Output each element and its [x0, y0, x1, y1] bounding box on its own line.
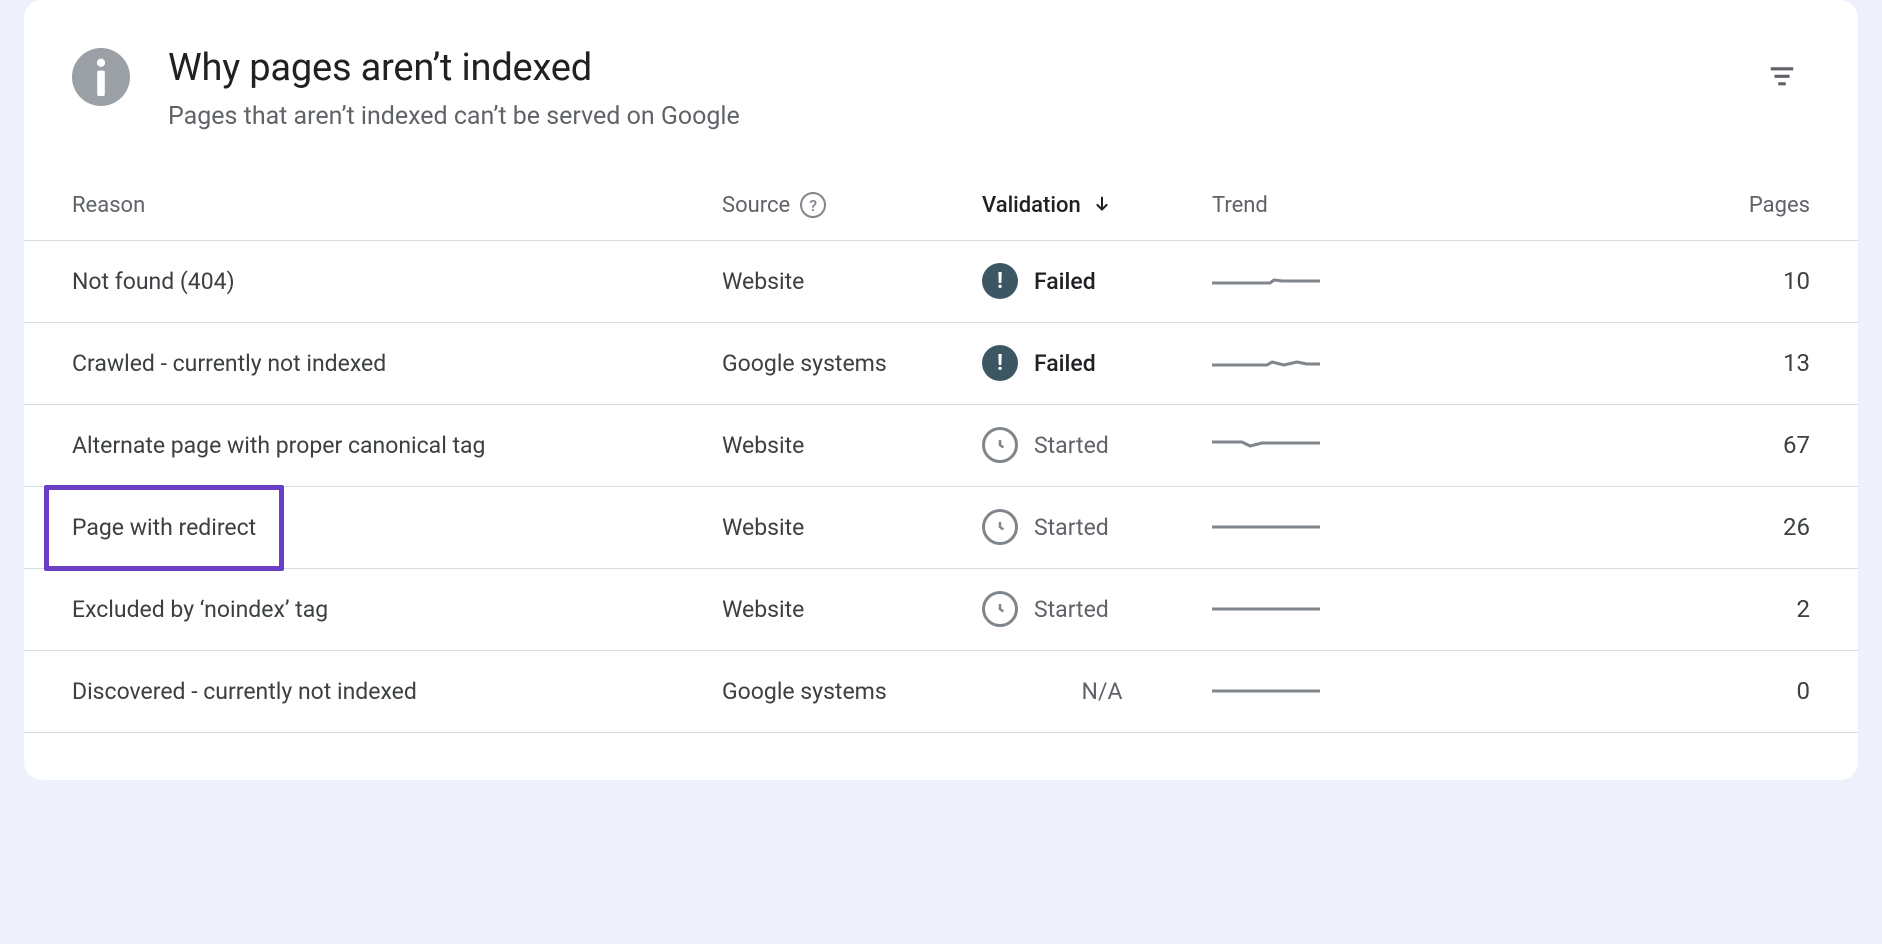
clock-icon — [982, 427, 1018, 463]
reason-cell: Alternate page with proper canonical tag — [72, 432, 722, 459]
col-reason[interactable]: Reason — [72, 193, 722, 218]
trend-cell — [1212, 433, 1402, 457]
reason-cell: Crawled - currently not indexed — [72, 350, 722, 377]
info-icon — [72, 48, 130, 106]
validation-status: Failed — [1034, 268, 1096, 295]
validation-status: Started — [1034, 432, 1109, 459]
failed-icon — [982, 263, 1018, 299]
failed-icon — [982, 345, 1018, 381]
validation-cell: Started — [982, 509, 1212, 545]
card-subtitle: Pages that aren’t indexed can’t be serve… — [168, 102, 1762, 131]
pages-cell: 67 — [1402, 431, 1810, 459]
reason-cell: Discovered - currently not indexed — [72, 678, 722, 705]
arrow-down-icon — [1091, 194, 1113, 216]
table-row[interactable]: Alternate page with proper canonical tag… — [24, 405, 1858, 487]
table-row[interactable]: Page with redirect Website Started 26 — [24, 487, 1858, 569]
source-cell: Website — [722, 268, 982, 295]
validation-status: N/A — [982, 678, 1212, 705]
source-cell: Google systems — [722, 678, 982, 705]
col-trend[interactable]: Trend — [1212, 193, 1402, 218]
validation-cell: Started — [982, 427, 1212, 463]
reasons-table: Reason Source ? Validation Trend Pages N… — [24, 171, 1858, 733]
validation-cell: N/A — [982, 678, 1212, 705]
table-header: Reason Source ? Validation Trend Pages — [24, 171, 1858, 241]
clock-icon — [982, 509, 1018, 545]
help-icon[interactable]: ? — [800, 192, 826, 218]
trend-cell — [1212, 269, 1402, 293]
validation-cell: Started — [982, 591, 1212, 627]
source-cell: Website — [722, 432, 982, 459]
col-pages[interactable]: Pages — [1402, 193, 1810, 218]
filter-icon — [1767, 61, 1797, 91]
table-body: Not found (404) Website Failed 10 Crawle… — [24, 241, 1858, 733]
trend-cell — [1212, 679, 1402, 703]
validation-status: Started — [1034, 514, 1109, 541]
validation-status: Started — [1034, 596, 1109, 623]
reason-cell: Not found (404) — [72, 268, 722, 295]
col-validation-label: Validation — [982, 193, 1081, 218]
clock-icon — [982, 591, 1018, 627]
col-source[interactable]: Source ? — [722, 192, 982, 218]
card-header: Why pages aren’t indexed Pages that aren… — [24, 48, 1858, 171]
validation-cell: Failed — [982, 263, 1212, 299]
indexing-reasons-card: Why pages aren’t indexed Pages that aren… — [24, 0, 1858, 780]
table-row[interactable]: Excluded by ‘noindex’ tag Website Starte… — [24, 569, 1858, 651]
header-text: Why pages aren’t indexed Pages that aren… — [168, 48, 1762, 131]
trend-cell — [1212, 351, 1402, 375]
pages-cell: 13 — [1402, 349, 1810, 377]
trend-cell — [1212, 597, 1402, 621]
filter-button[interactable] — [1762, 56, 1802, 96]
pages-cell: 2 — [1402, 595, 1810, 623]
pages-cell: 0 — [1402, 677, 1810, 705]
table-row[interactable]: Discovered - currently not indexed Googl… — [24, 651, 1858, 733]
pages-cell: 10 — [1402, 267, 1810, 295]
col-source-label: Source — [722, 193, 790, 218]
source-cell: Google systems — [722, 350, 982, 377]
validation-status: Failed — [1034, 350, 1096, 377]
table-row[interactable]: Not found (404) Website Failed 10 — [24, 241, 1858, 323]
pages-cell: 26 — [1402, 513, 1810, 541]
trend-cell — [1212, 515, 1402, 539]
reason-cell: Excluded by ‘noindex’ tag — [72, 596, 722, 623]
source-cell: Website — [722, 514, 982, 541]
col-validation[interactable]: Validation — [982, 193, 1212, 218]
validation-cell: Failed — [982, 345, 1212, 381]
reason-cell: Page with redirect — [72, 514, 722, 541]
source-cell: Website — [722, 596, 982, 623]
table-row[interactable]: Crawled - currently not indexed Google s… — [24, 323, 1858, 405]
card-title: Why pages aren’t indexed — [168, 48, 1762, 90]
